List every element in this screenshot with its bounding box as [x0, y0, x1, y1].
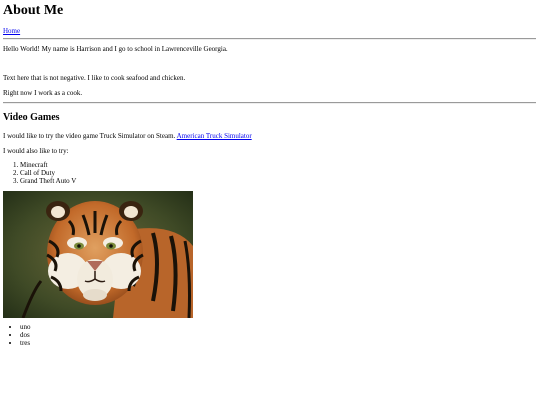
list-item: dos — [20, 331, 31, 339]
american-truck-simulator-link[interactable]: American Truck Simulator — [177, 132, 252, 140]
list-item: Minecraft — [20, 161, 76, 169]
list-item: tres — [20, 339, 31, 347]
divider — [3, 38, 536, 40]
job-text: Right now I work as a cook. — [3, 89, 83, 97]
list-item: uno — [20, 323, 31, 331]
page-title: About Me — [3, 3, 64, 18]
cooking-text: Text here that is not negative. I like t… — [3, 74, 186, 82]
also-like-text: I would also like to try: — [3, 147, 69, 155]
truck-simulator-text: I would like to try the video game Truck… — [3, 132, 252, 140]
section-heading-video-games: Video Games — [3, 112, 60, 123]
home-link[interactable]: Home — [3, 27, 20, 35]
games-list: Minecraft Call of Duty Grand Theft Auto … — [20, 161, 76, 185]
bullet-list: uno dos tres — [20, 323, 31, 347]
list-item: Grand Theft Auto V — [20, 177, 76, 185]
tiger-image — [3, 191, 193, 318]
intro-text: Hello World! My name is Harrison and I g… — [3, 45, 228, 53]
truck-simulator-prefix: I would like to try the video game Truck… — [3, 132, 177, 140]
divider — [3, 102, 536, 104]
list-item: Call of Duty — [20, 169, 76, 177]
